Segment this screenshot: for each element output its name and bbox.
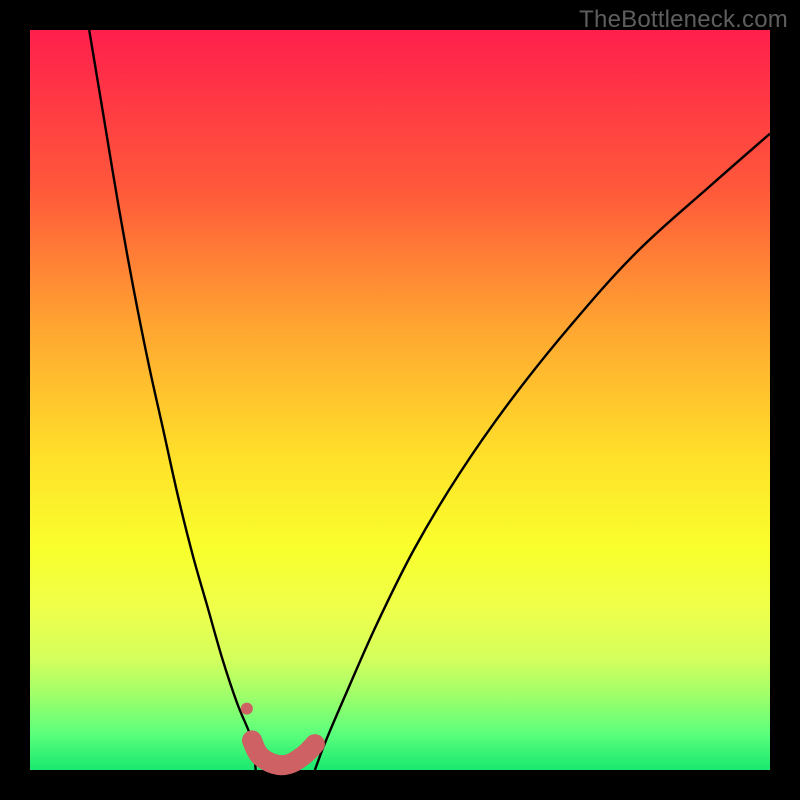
curve-left-branch	[89, 30, 256, 770]
isolated-dot	[241, 703, 253, 715]
chart-frame: TheBottleneck.com	[0, 0, 800, 800]
brand-watermark: TheBottleneck.com	[579, 6, 788, 34]
curve-layer	[30, 30, 770, 770]
plot-area	[30, 30, 770, 770]
curve-right-branch	[315, 134, 770, 770]
trough-band	[252, 740, 315, 765]
